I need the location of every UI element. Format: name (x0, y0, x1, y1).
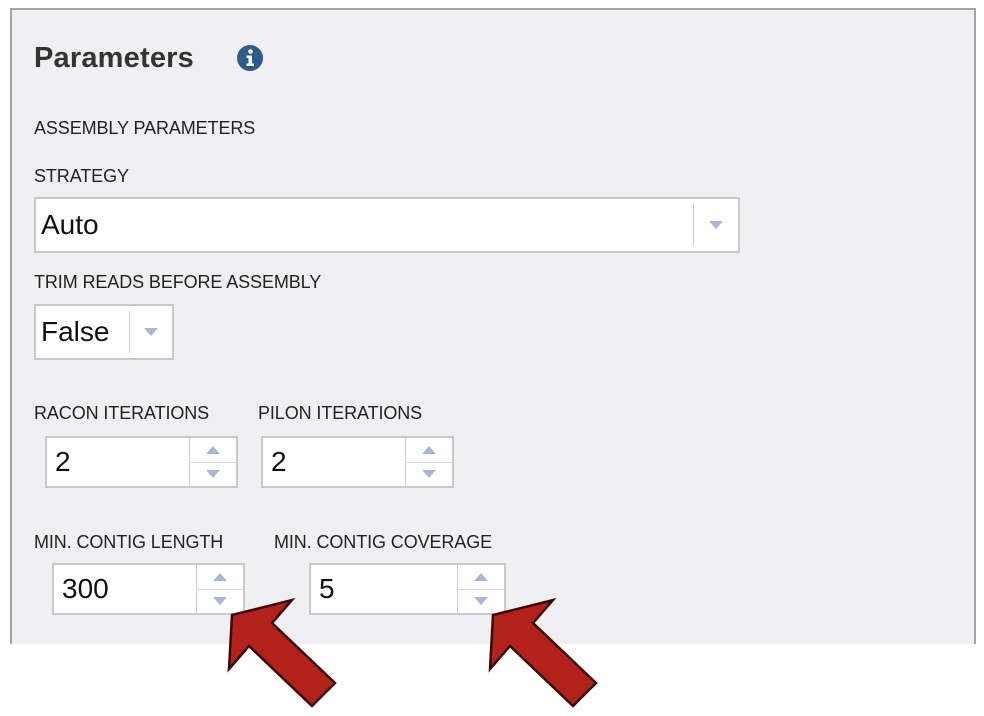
red-arrow-icon (488, 597, 598, 708)
annotation-arrows (227, 597, 598, 708)
red-arrow-icon (227, 597, 337, 708)
